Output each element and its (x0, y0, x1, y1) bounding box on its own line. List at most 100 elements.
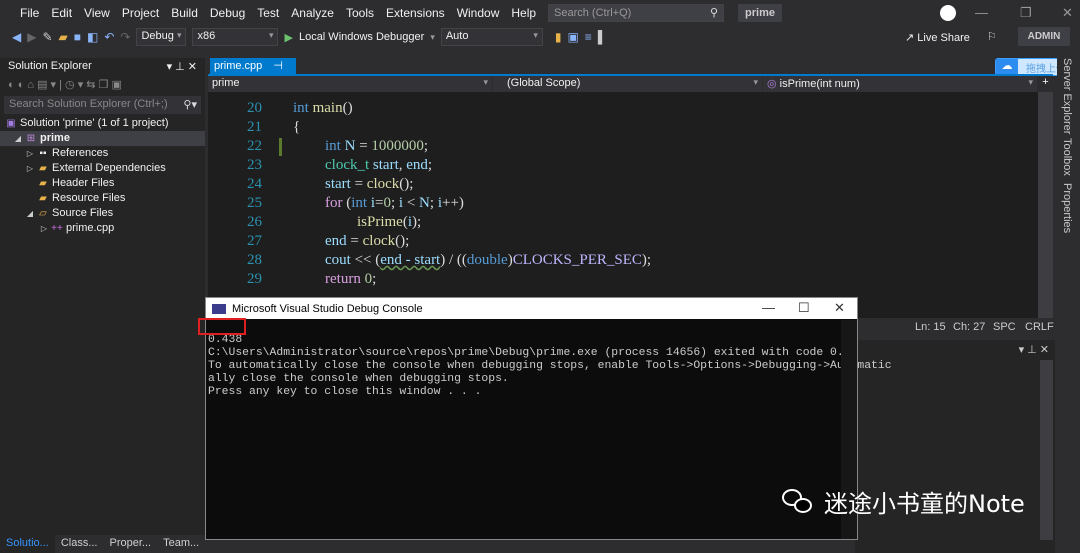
scope-nav-select[interactable]: (Global Scope) ▾ (493, 76, 763, 92)
folder-open-icon: ▱ (39, 208, 47, 219)
tree-prime-cpp[interactable]: ▷ ++ prime.cpp (0, 221, 205, 236)
maximize-icon[interactable]: ☐ (798, 300, 810, 316)
solution-search-input[interactable]: Search Solution Explorer (Ctrl+;) ⚲▾ (4, 96, 201, 114)
tree-label: Resource Files (52, 192, 126, 204)
config-select[interactable]: Debug ▾ (136, 28, 187, 46)
folder-icon: ▰ (39, 163, 47, 174)
menu-test[interactable]: Test (251, 6, 285, 20)
panel-title: Solution Explorer (8, 60, 92, 72)
menu-extensions[interactable]: Extensions (380, 6, 451, 20)
redo-icon[interactable]: ↷ (120, 30, 130, 44)
output-scrollbar[interactable] (1040, 360, 1053, 540)
menu-debug[interactable]: Debug (204, 6, 251, 20)
tab-property-manager[interactable]: Proper... (104, 535, 158, 553)
auto-select[interactable]: Auto ▾ (440, 28, 543, 46)
tree-header-files[interactable]: ▰ Header Files (0, 176, 205, 191)
tree-external-deps[interactable]: ▷ ▰ External Dependencies (0, 161, 205, 176)
tab-class-view[interactable]: Class... (55, 535, 104, 553)
collapsed-icon: ▷ (26, 164, 34, 173)
search-icon: ⚲▾ (183, 99, 197, 111)
menu-file[interactable]: File (14, 6, 45, 20)
menu-edit[interactable]: Edit (45, 6, 78, 20)
platform-value: x86 (197, 30, 216, 42)
find-icon[interactable]: ▮ (555, 30, 562, 44)
avatar[interactable] (940, 5, 956, 21)
menu-tools[interactable]: Tools (340, 6, 380, 20)
tree-resource-files[interactable]: ▰ Resource Files (0, 191, 205, 206)
menu-project[interactable]: Project (116, 6, 165, 20)
code-line: end = clock(); (325, 233, 410, 249)
tree-source-files[interactable]: ◢ ▱ Source Files (0, 206, 205, 221)
new-project-icon[interactable]: ✎ (42, 30, 52, 44)
line-number: 22 (247, 138, 262, 154)
code-line: clock_t start, end; (325, 157, 433, 173)
screenshot-icon[interactable]: ▣ (567, 30, 578, 44)
search-placeholder: Search (Ctrl+Q) (554, 7, 632, 19)
pin-close-icon[interactable]: ▾ ⊥ ✕ (167, 60, 197, 74)
line-number: 24 (247, 176, 262, 192)
whitespace-indicator: SPC (993, 321, 1016, 333)
split-icon[interactable]: + (1038, 76, 1053, 92)
play-icon[interactable]: ▶ (284, 31, 292, 44)
comment-icon[interactable]: ≡ (585, 30, 592, 44)
tab-prime-cpp[interactable]: prime.cpp ⊣ ✕ (210, 58, 296, 85)
feedback-icon[interactable]: ⚐ (987, 30, 997, 43)
pane-controls-icon[interactable]: ▾ ⊥ ✕ (855, 340, 1055, 359)
navigation-bar: prime ▾ (Global Scope) ▾ ◎ isPrime(int num… (208, 76, 1053, 92)
user-button[interactable]: ADMIN (1018, 27, 1070, 46)
line-number: 29 (247, 271, 262, 287)
restore-icon[interactable]: ❐ (1020, 5, 1032, 21)
platform-select[interactable]: x86 ▾ (192, 28, 279, 46)
open-icon[interactable]: ▰ (59, 30, 68, 44)
tree-project[interactable]: ◢ ⊞ prime (0, 131, 205, 146)
menu-build[interactable]: Build (165, 6, 204, 20)
close-icon[interactable]: ✕ (834, 300, 845, 316)
editor-scrollbar[interactable] (1038, 92, 1053, 318)
line-number: 23 (247, 157, 262, 173)
debug-console-window[interactable]: Microsoft Visual Studio Debug Console — … (205, 297, 892, 540)
save-all-icon[interactable]: ◧ (87, 30, 98, 44)
member-nav-select[interactable]: ◎ isPrime(int num) ▾ (763, 76, 1038, 92)
solution-search-placeholder: Search Solution Explorer (Ctrl+;) (9, 98, 168, 110)
menu-analyze[interactable]: Analyze (285, 6, 340, 20)
line-number: 25 (247, 195, 262, 211)
watermark: 迷途小书童的Note (782, 484, 1025, 519)
console-title: Microsoft Visual Studio Debug Console (232, 302, 423, 315)
back-icon[interactable]: ◀ (12, 30, 21, 44)
menu-view[interactable]: View (78, 6, 116, 20)
tab-properties[interactable]: Properties (1061, 183, 1073, 233)
menu-window[interactable]: Window (451, 6, 506, 20)
tree-label: Header Files (52, 177, 115, 189)
code-line: cout << (end - start) / ((double)CLOCKS_… (325, 252, 652, 268)
project-nav-select[interactable]: prime ▾ (208, 76, 493, 92)
cpp-file-icon: ++ (51, 223, 63, 234)
code-line: int N = 1000000; (325, 138, 429, 154)
bookmark-icon[interactable]: ▌ (598, 30, 607, 44)
tree-references[interactable]: ▷ ▪▪ References (0, 146, 205, 161)
change-marker (279, 138, 282, 156)
tab-server-explorer[interactable]: Server Explorer (1061, 58, 1073, 134)
line-indicator: Ln: 15 (915, 321, 946, 333)
live-share-button[interactable]: ↗ Live Share (905, 31, 970, 44)
tree-solution[interactable]: ▣ Solution 'prime' (1 of 1 project) (0, 116, 205, 131)
search-icon: ⚲ (709, 7, 718, 19)
run-debugger-button[interactable]: Local Windows Debugger (299, 31, 424, 43)
search-input[interactable]: Search (Ctrl+Q) ⚲ (548, 4, 724, 22)
right-side-tabs: Server Explorer Toolbox Properties (1057, 58, 1080, 553)
forward-icon[interactable]: ▶ (27, 30, 36, 44)
menu-help[interactable]: Help (505, 6, 542, 20)
minimize-icon[interactable]: — (975, 5, 988, 20)
tab-solution-explorer[interactable]: Solutio... (0, 535, 55, 553)
save-icon[interactable]: ■ (74, 30, 81, 44)
project-icon: ⊞ (26, 133, 36, 144)
solution-bottom-tabs: Solutio... Class... Proper... Team... (0, 535, 205, 553)
undo-icon[interactable]: ↶ (104, 30, 114, 44)
tab-toolbox[interactable]: Toolbox (1061, 138, 1073, 176)
pin-icon[interactable]: ⊣ (273, 60, 283, 72)
tab-team-explorer[interactable]: Team... (157, 535, 205, 553)
close-icon[interactable]: ✕ (1062, 5, 1073, 21)
minimize-icon[interactable]: — (762, 300, 775, 315)
tree-label: References (52, 147, 109, 159)
chevron-down-icon[interactable]: ▾ (430, 32, 435, 43)
code-editor[interactable]: 20 21 22 23 24 25 26 27 28 29 int main()… (208, 92, 1038, 318)
